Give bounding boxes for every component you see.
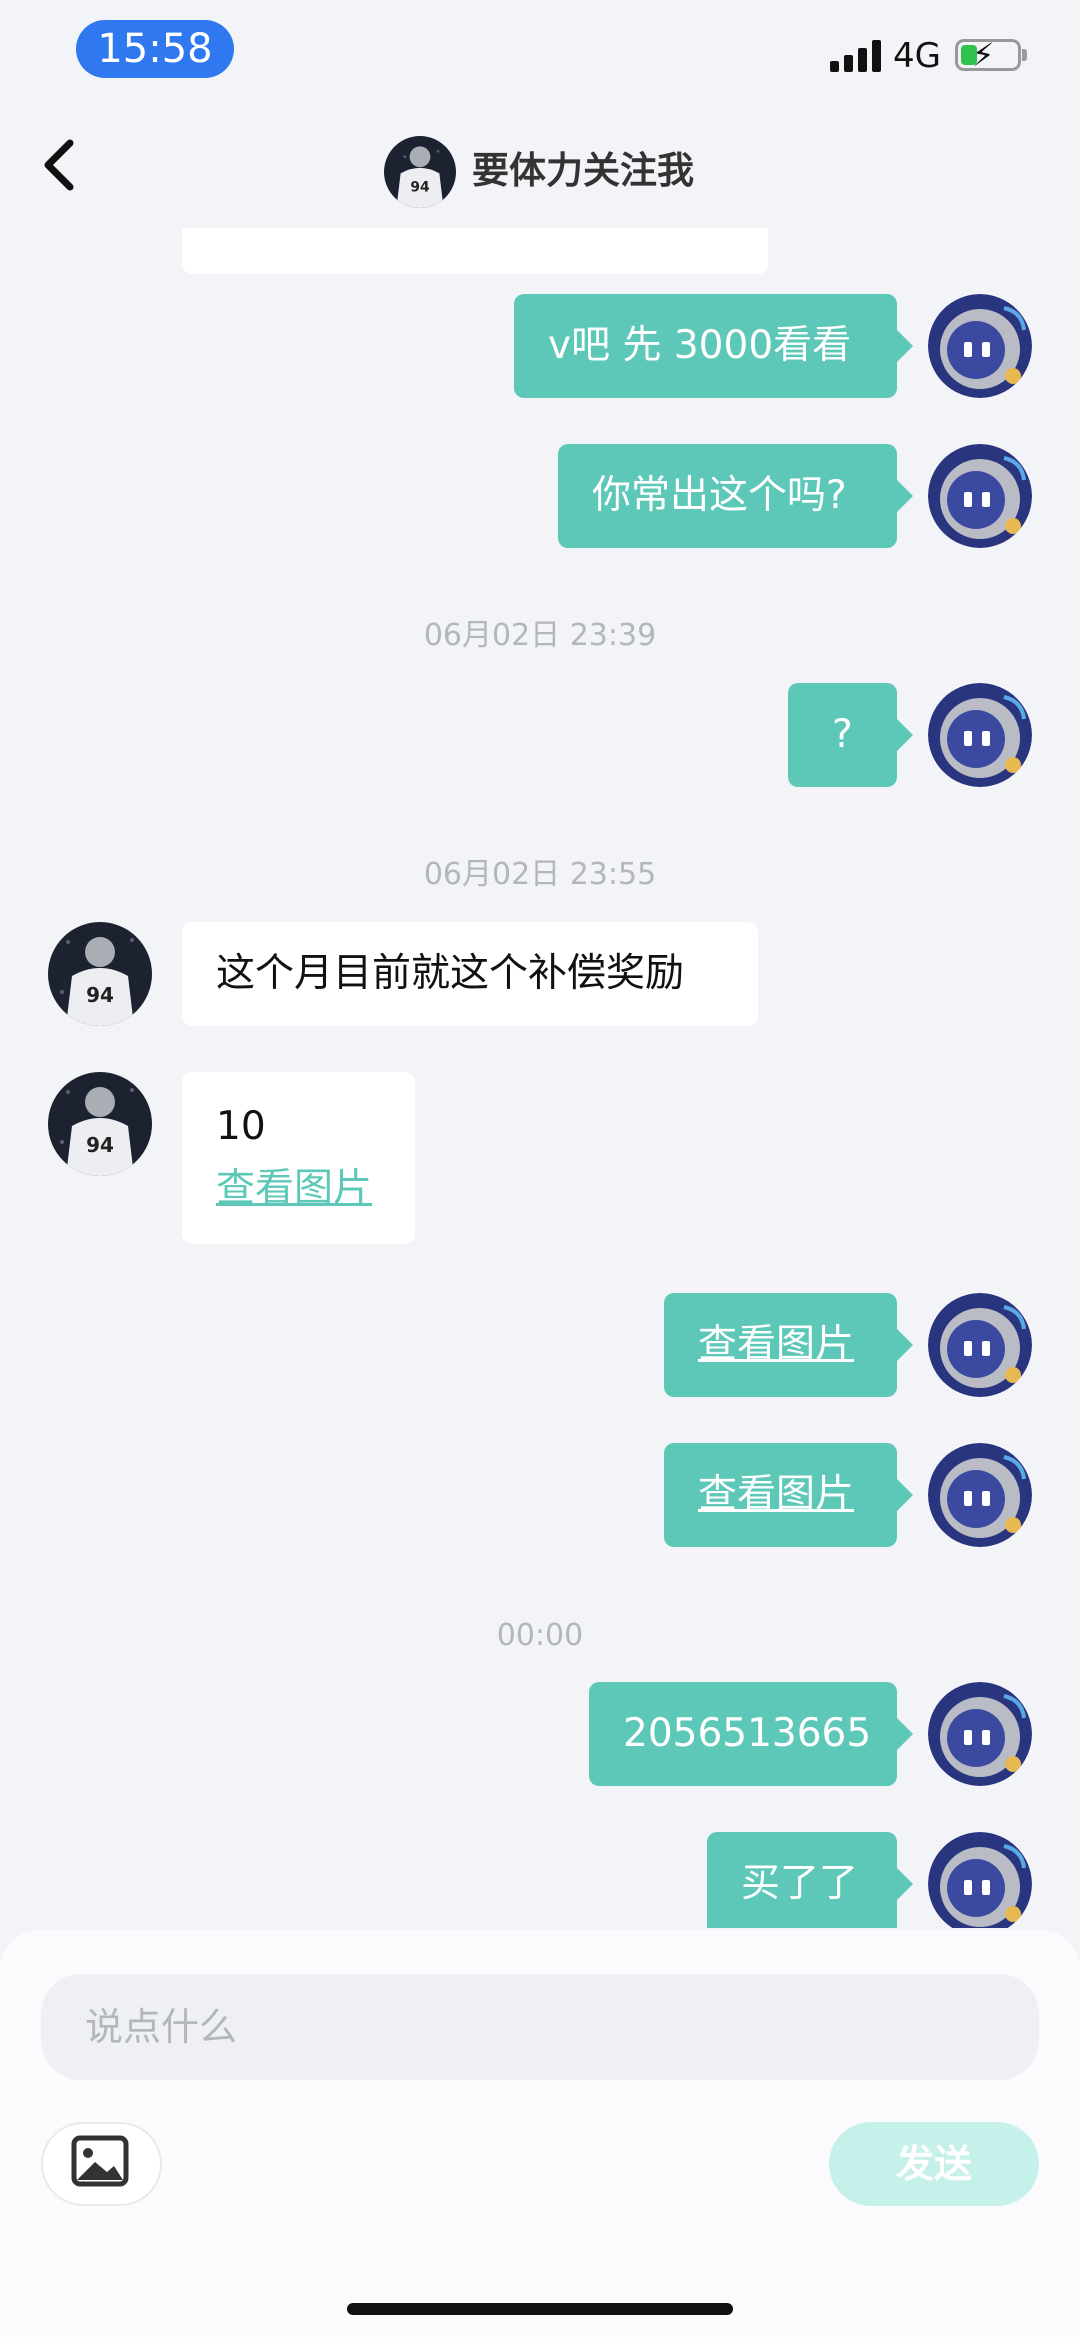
chevron-left-icon [44, 139, 74, 191]
status-bar: 15:58 4G ⚡ [0, 0, 1080, 100]
message-bubble-partial [182, 228, 768, 274]
status-time: 15:58 [76, 20, 234, 78]
svg-text:94: 94 [410, 179, 429, 195]
image-icon [71, 2135, 129, 2187]
message-timestamp: 06月02日 23:55 [423, 857, 657, 892]
message-bubble-sent[interactable]: 2056513665 [589, 1682, 913, 1786]
view-image-link[interactable]: 查看图片 [698, 1472, 854, 1517]
my-avatar[interactable] [928, 294, 1032, 398]
message-bubble-sent[interactable]: 买了了 [707, 1832, 913, 1928]
my-avatar[interactable] [928, 683, 1032, 787]
network-type: 4G [893, 36, 941, 76]
input-panel: 说点什么 发送 [0, 1930, 1080, 2337]
my-avatar[interactable] [928, 1832, 1032, 1928]
message-timestamp: 00:00 [496, 1618, 584, 1653]
my-avatar[interactable] [928, 1293, 1032, 1397]
view-image-link[interactable]: 查看图片 [216, 1158, 381, 1220]
message-bubble-received[interactable]: 这个月目前就这个补偿奖励 [182, 922, 758, 1026]
home-indicator [347, 2303, 733, 2315]
contact-avatar[interactable]: 94 [48, 922, 152, 1026]
message-bubble-received[interactable]: 10 查看图片 [182, 1072, 415, 1244]
message-input[interactable]: 说点什么 [41, 1974, 1039, 2080]
image-button[interactable] [41, 2122, 162, 2206]
message-bubble-sent[interactable]: 你常出这个吗? [558, 444, 913, 548]
my-avatar[interactable] [928, 1682, 1032, 1786]
svg-text:94: 94 [86, 1133, 114, 1157]
message-bubble-sent[interactable]: v吧 先 3000看看 [514, 294, 913, 398]
message-bubble-sent[interactable]: ? [788, 683, 913, 787]
message-bubble-sent[interactable]: 查看图片 [664, 1443, 913, 1547]
my-avatar[interactable] [928, 1443, 1032, 1547]
signal-icon [830, 38, 882, 72]
contact-avatar[interactable]: 94 [384, 136, 456, 208]
back-button[interactable] [36, 135, 86, 195]
message-timestamp: 06月02日 23:39 [423, 618, 657, 653]
contact-avatar[interactable]: 94 [48, 1072, 152, 1176]
my-avatar[interactable] [928, 444, 1032, 548]
send-button[interactable]: 发送 [829, 2122, 1039, 2206]
message-bubble-sent[interactable]: 查看图片 [664, 1293, 913, 1397]
message-list[interactable]: v吧 先 3000看看 你常出这个吗? 06月02日 23:39 ? 06月02… [0, 228, 1080, 1928]
chat-header: 94 要体力关注我 [0, 100, 1080, 228]
view-image-link[interactable]: 查看图片 [698, 1322, 854, 1367]
battery-icon: ⚡ [955, 39, 1021, 71]
svg-text:94: 94 [86, 983, 114, 1007]
chat-title: 要体力关注我 [472, 149, 694, 192]
